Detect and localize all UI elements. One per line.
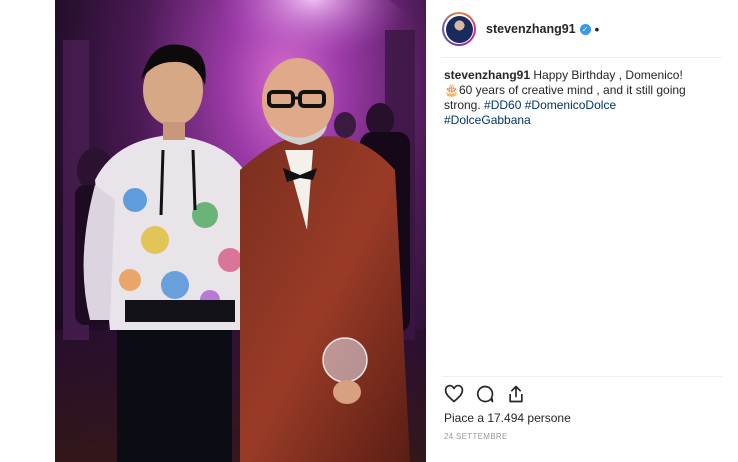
avatar-image xyxy=(445,15,473,43)
party-photo-illustration xyxy=(55,0,426,462)
instagram-post-view: stevenzhang91 ✓ • stevenzhang91 Happy Bi… xyxy=(0,0,738,462)
cake-emoji-icon: 🎂 xyxy=(444,83,459,97)
post-header: stevenzhang91 ✓ • xyxy=(442,9,722,49)
post-photo[interactable] xyxy=(55,0,426,462)
post-date[interactable]: 24 SETTEMBRE xyxy=(444,432,508,441)
caption-username[interactable]: stevenzhang91 xyxy=(444,68,530,82)
post-sidebar: stevenzhang91 ✓ • stevenzhang91 Happy Bi… xyxy=(426,0,738,462)
like-count[interactable]: Piace a 17.494 persone xyxy=(444,411,571,425)
actions-divider xyxy=(442,376,722,377)
avatar-frame xyxy=(444,14,474,44)
share-icon[interactable] xyxy=(506,384,526,404)
hashtag-dd60[interactable]: #DD60 xyxy=(484,98,521,112)
verified-badge-icon: ✓ xyxy=(579,23,591,35)
action-bar xyxy=(444,384,526,404)
post-caption: stevenzhang91 Happy Birthday , Domenico!… xyxy=(444,68,706,128)
hashtag-dolcegabbana[interactable]: #DolceGabbana xyxy=(444,113,531,127)
caption-text-1: Happy Birthday , Domenico! xyxy=(533,68,683,82)
more-dot-icon: • xyxy=(594,21,600,37)
avatar[interactable] xyxy=(442,12,476,46)
comment-icon[interactable] xyxy=(475,384,495,404)
heart-icon[interactable] xyxy=(444,384,464,404)
hashtag-domenicodolce[interactable]: #DomenicoDolce xyxy=(525,98,616,112)
username-link[interactable]: stevenzhang91 xyxy=(486,22,576,36)
header-divider xyxy=(442,57,722,58)
